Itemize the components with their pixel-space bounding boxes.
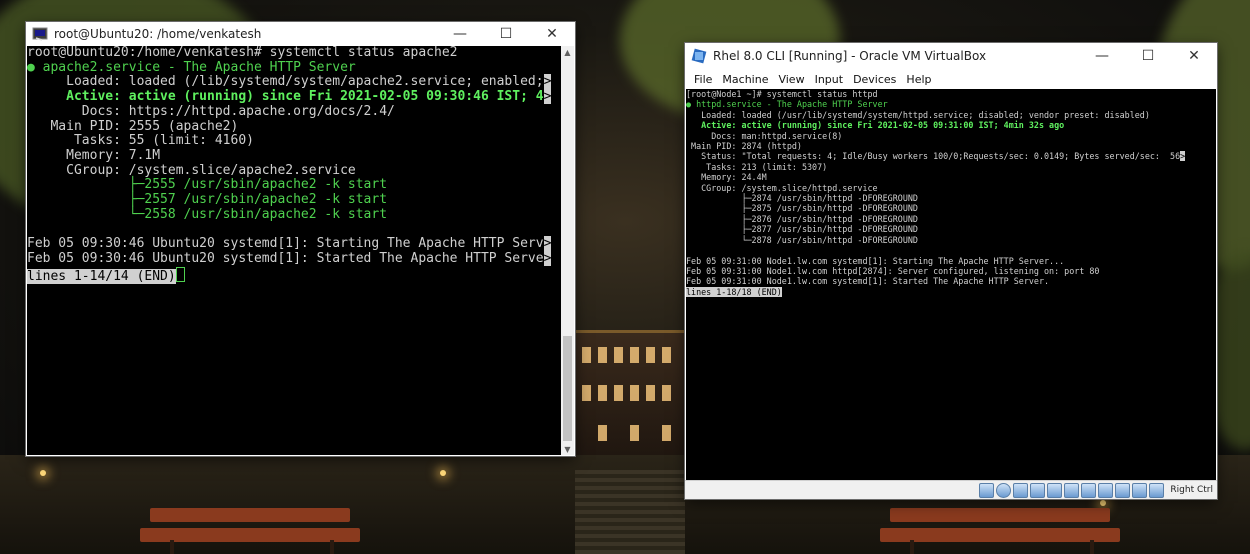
virtualbox-window[interactable]: Rhel 8.0 CLI [Running] - Oracle VM Virtu… xyxy=(685,43,1217,499)
host-key-label: Right Ctrl xyxy=(1170,485,1213,495)
menu-input[interactable]: Input xyxy=(810,73,848,86)
keyboard-icon[interactable] xyxy=(1149,482,1165,498)
close-icon[interactable]: ✕ xyxy=(529,22,575,46)
video-capture-icon[interactable] xyxy=(1098,482,1114,498)
console-line: ├─2875 /usr/sbin/httpd -DFOREGROUND xyxy=(686,203,918,214)
console-line: Feb 05 09:31:00 Node1.lw.com httpd[2874]… xyxy=(686,265,1100,276)
usb-icon[interactable] xyxy=(1047,482,1063,498)
terminal-line: root@Ubuntu20:/home/venkatesh# systemctl… xyxy=(27,46,458,60)
putty-window[interactable]: root@Ubuntu20: /home/venkatesh — ☐ ✕ roo… xyxy=(26,22,575,456)
terminal-line: Main PID: 2555 (apache2) xyxy=(27,118,239,134)
truncation-marker: > xyxy=(543,236,552,252)
shared-folders-icon[interactable] xyxy=(1064,482,1080,498)
terminal-line: Loaded: loaded (/lib/systemd/system/apac… xyxy=(27,74,544,90)
console-line: Docs: man:httpd.service(8) xyxy=(686,130,843,141)
truncation-marker: > xyxy=(543,250,552,266)
terminal-icon xyxy=(32,27,48,41)
optical-drive-icon[interactable] xyxy=(996,482,1012,498)
terminal-line: Feb 05 09:30:46 Ubuntu20 systemd[1]: Sta… xyxy=(27,236,544,252)
vm-console[interactable]: [root@Node1 ~]# systemctl status httpd ●… xyxy=(686,89,1216,481)
minimize-icon[interactable]: — xyxy=(1079,44,1125,68)
terminal-line: CGroup: /system.slice/apache2.service xyxy=(27,162,356,178)
mouse-integration-icon[interactable] xyxy=(1132,482,1148,498)
console-line: Memory: 24.4M xyxy=(686,172,767,183)
terminal-line: ● apache2.service - The Apache HTTP Serv… xyxy=(27,59,356,75)
maximize-icon[interactable]: ☐ xyxy=(1125,44,1171,68)
pager-status: lines 1-14/14 (END) xyxy=(27,268,176,284)
terminal-output[interactable]: root@Ubuntu20:/home/venkatesh# systemctl… xyxy=(27,46,561,455)
console-line: Status: "Total requests: 4; Idle/Busy wo… xyxy=(686,151,1181,162)
console-line: Tasks: 213 (limit: 5307) xyxy=(686,161,828,172)
vm-status-bar: Right Ctrl xyxy=(685,480,1217,499)
terminal-line: Docs: https://httpd.apache.org/docs/2.4/ xyxy=(27,103,395,119)
terminal-line: Tasks: 55 (limit: 4160) xyxy=(27,133,254,149)
virtualbox-icon xyxy=(691,48,707,64)
menu-help[interactable]: Help xyxy=(901,73,936,86)
console-line: └─2878 /usr/sbin/httpd -DFOREGROUND xyxy=(686,234,918,245)
terminal-line: Memory: 7.1M xyxy=(27,147,161,163)
console-line: ├─2874 /usr/sbin/httpd -DFOREGROUND xyxy=(686,193,918,204)
console-line: Loaded: loaded (/usr/lib/systemd/system/… xyxy=(686,109,1150,120)
putty-titlebar[interactable]: root@Ubuntu20: /home/venkatesh — ☐ ✕ xyxy=(26,22,575,46)
console-line: ● httpd.service - The Apache HTTP Server xyxy=(686,99,888,110)
menu-file[interactable]: File xyxy=(689,73,717,86)
terminal-line: Active: active (running) since Fri 2021-… xyxy=(27,89,544,105)
bench xyxy=(150,508,350,522)
virtualbox-titlebar[interactable]: Rhel 8.0 CLI [Running] - Oracle VM Virtu… xyxy=(685,43,1217,69)
scrollbar-thumb[interactable] xyxy=(563,336,572,441)
vertical-scrollbar[interactable]: ▲ ▼ xyxy=(561,46,574,455)
menu-bar: File Machine View Input Devices Help xyxy=(685,69,1217,89)
console-line: CGroup: /system.slice/httpd.service xyxy=(686,182,878,193)
hard-disk-icon[interactable] xyxy=(979,482,995,498)
scroll-up-icon[interactable]: ▲ xyxy=(561,46,574,58)
console-line: [root@Node1 ~]# systemctl status httpd xyxy=(686,89,878,99)
terminal-line: ├─2555 /usr/sbin/apache2 -k start xyxy=(27,177,388,193)
truncation-marker: > xyxy=(543,89,552,105)
cpu-icon[interactable] xyxy=(1115,482,1131,498)
console-line: ├─2877 /usr/sbin/httpd -DFOREGROUND xyxy=(686,224,918,235)
console-line: ├─2876 /usr/sbin/httpd -DFOREGROUND xyxy=(686,213,918,224)
text-cursor xyxy=(175,266,185,282)
display-icon[interactable] xyxy=(1081,482,1097,498)
terminal-line: Feb 05 09:30:46 Ubuntu20 systemd[1]: Sta… xyxy=(27,250,544,266)
terminal-line: └─2558 /usr/sbin/apache2 -k start xyxy=(27,206,388,222)
minimize-icon[interactable]: — xyxy=(437,22,483,46)
maximize-icon[interactable]: ☐ xyxy=(483,22,529,46)
console-line: Feb 05 09:31:00 Node1.lw.com systemd[1]:… xyxy=(686,255,1065,266)
window-title: root@Ubuntu20: /home/venkatesh xyxy=(54,27,262,41)
menu-machine[interactable]: Machine xyxy=(717,73,773,86)
scroll-down-icon[interactable]: ▼ xyxy=(561,443,574,455)
pager-status: lines 1-18/18 (END) xyxy=(686,286,782,297)
console-line: Main PID: 2874 (httpd) xyxy=(686,141,802,152)
network-icon[interactable] xyxy=(1030,482,1046,498)
window-title: Rhel 8.0 CLI [Running] - Oracle VM Virtu… xyxy=(713,49,987,63)
truncation-marker: > xyxy=(543,74,552,90)
console-line: Active: active (running) since Fri 2021-… xyxy=(686,120,1065,131)
truncation-marker: > xyxy=(1180,151,1186,162)
menu-devices[interactable]: Devices xyxy=(848,73,901,86)
console-line: Feb 05 09:31:00 Node1.lw.com systemd[1]:… xyxy=(686,276,1050,287)
menu-view[interactable]: View xyxy=(773,73,809,86)
castle-building xyxy=(574,330,686,473)
audio-icon[interactable] xyxy=(1013,482,1029,498)
close-icon[interactable]: ✕ xyxy=(1171,44,1217,68)
terminal-line: ├─2557 /usr/sbin/apache2 -k start xyxy=(27,192,388,208)
